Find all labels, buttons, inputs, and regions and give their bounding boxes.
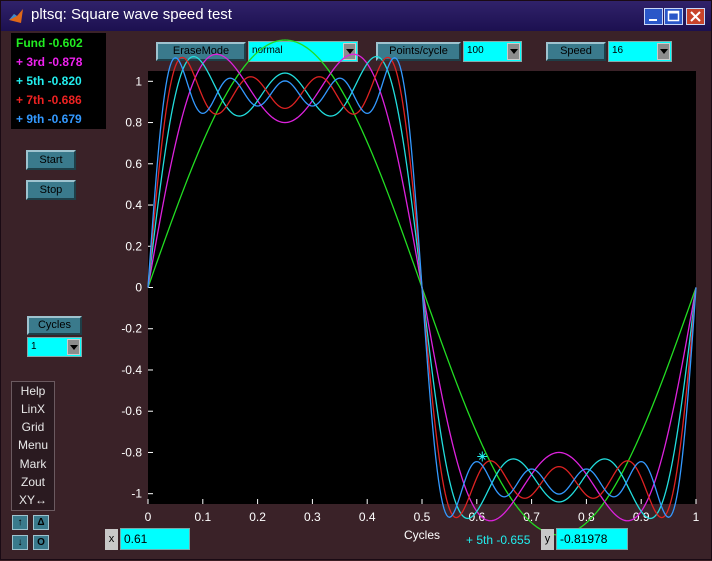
y-tick-label: 0 <box>135 281 142 295</box>
y-readout-field[interactable]: -0.81978 <box>556 528 628 550</box>
y-tick-label: -0.8 <box>121 445 142 459</box>
x-tick-label: 1 <box>693 510 700 524</box>
x-readout-label: x <box>105 529 118 550</box>
y-tick-label: 0.2 <box>125 239 142 253</box>
x-axis-label: Cycles <box>404 528 440 542</box>
x-tick-label: 0 <box>145 510 152 524</box>
x-tick-label: 0.5 <box>414 510 431 524</box>
y-tick-label: 0.8 <box>125 116 142 130</box>
series-readout: + 5th -0.655 <box>466 533 531 547</box>
y-tick-label: -0.4 <box>121 363 142 377</box>
square-wave-plot[interactable]: 0 0.1 0.2 0.3 0.4 0.5 0.6 0.7 0.8 0.9 110.80.60.40… <box>1 1 712 561</box>
x-tick-label: 0.3 <box>304 510 321 524</box>
y-tick-label: 0.4 <box>125 198 142 212</box>
x-tick-label: 0.1 <box>194 510 211 524</box>
x-readout-field[interactable]: 0.61 <box>120 528 190 550</box>
y-tick-label: -1 <box>131 487 142 501</box>
y-tick-label: 1 <box>135 74 142 88</box>
x-tick-label: 0.2 <box>249 510 266 524</box>
y-tick-label: -0.2 <box>121 322 142 336</box>
x-tick-label: 0.4 <box>359 510 376 524</box>
app-window: pltsq: Square wave speed test Fund -0.60… <box>0 0 712 560</box>
y-tick-label: 0.6 <box>125 157 142 171</box>
y-readout-label: y <box>541 529 554 550</box>
y-tick-label: -0.6 <box>121 404 142 418</box>
